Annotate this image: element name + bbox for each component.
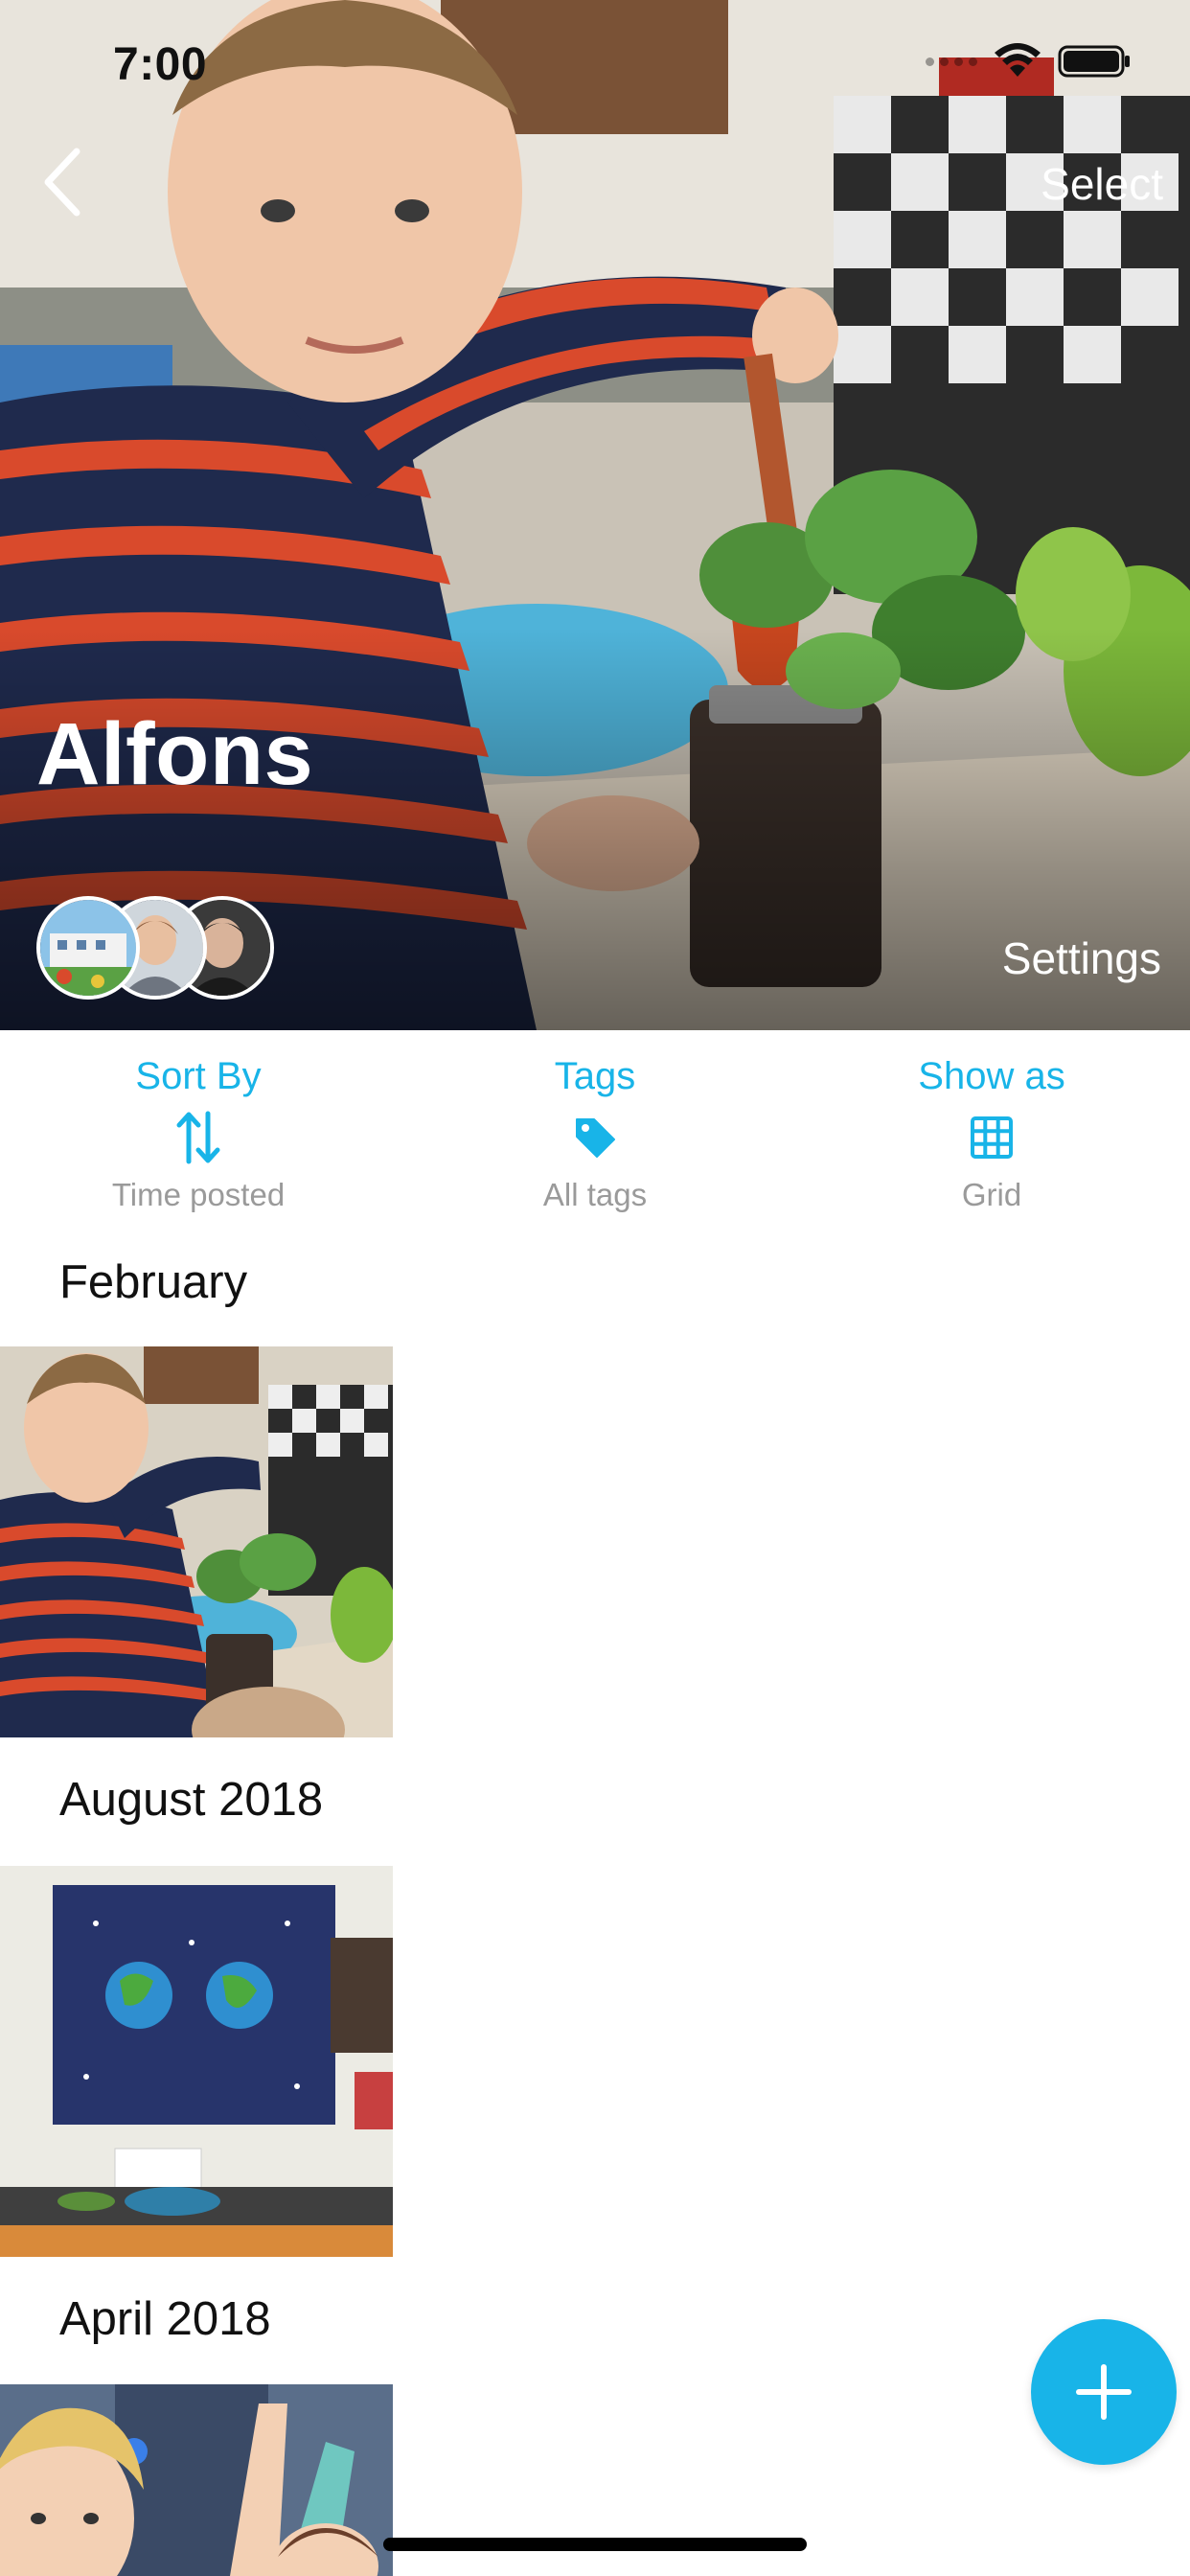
tags-control[interactable]: Tags All tags [397,1030,793,1222]
filter-toolbar: Sort By Time posted Tags All tags Show a… [0,1030,1190,1222]
back-button[interactable] [29,144,96,220]
group-avatars[interactable] [36,896,274,1000]
chevron-left-icon [44,148,80,217]
sort-by-control[interactable]: Sort By Time posted [0,1030,397,1222]
cellular-signal-icon [926,57,977,66]
photo-thumbnail[interactable] [0,1866,393,2257]
section-title-april-2018: April 2018 [59,2293,271,2345]
photo-thumbnail[interactable] [0,2384,393,2576]
status-time: 7:00 [113,39,208,90]
avatar-institution[interactable] [36,896,140,1000]
plus-icon [1076,2364,1132,2420]
home-indicator[interactable] [383,2538,807,2551]
avatar-institution-image [40,900,136,996]
hero-header: 7:00 Select Alfons Settings [0,0,1190,1030]
tags-label: Tags [554,1055,636,1097]
battery-icon [1058,45,1130,78]
add-post-button[interactable] [1031,2319,1177,2465]
photo-boy-planting [0,1346,393,1737]
show-as-label: Show as [918,1055,1065,1097]
section-title-february: February [59,1256,248,1308]
show-as-control[interactable]: Show as Grid [793,1030,1190,1222]
sort-by-label: Sort By [135,1055,262,1097]
child-name-title: Alfons [36,705,314,803]
grid-icon [971,1116,1013,1159]
child-profile-screen: 7:00 Select Alfons Settings Sort By Time… [0,0,1190,2576]
sort-by-value: Time posted [111,1177,286,1212]
section-title-august-2018: August 2018 [59,1774,324,1826]
sort-arrows-icon [176,1111,220,1164]
select-button[interactable]: Select [1041,158,1163,210]
tag-icon [576,1118,615,1158]
photo-children-raising-hands [0,2384,393,2576]
show-as-value: Grid [961,1177,1022,1212]
status-icons [926,42,1133,80]
wifi-icon [995,43,1041,77]
photo-thumbnail[interactable] [0,1346,393,1737]
tags-value: All tags [542,1177,648,1212]
photo-space-poster [0,1866,393,2257]
settings-button[interactable]: Settings [1002,932,1161,984]
